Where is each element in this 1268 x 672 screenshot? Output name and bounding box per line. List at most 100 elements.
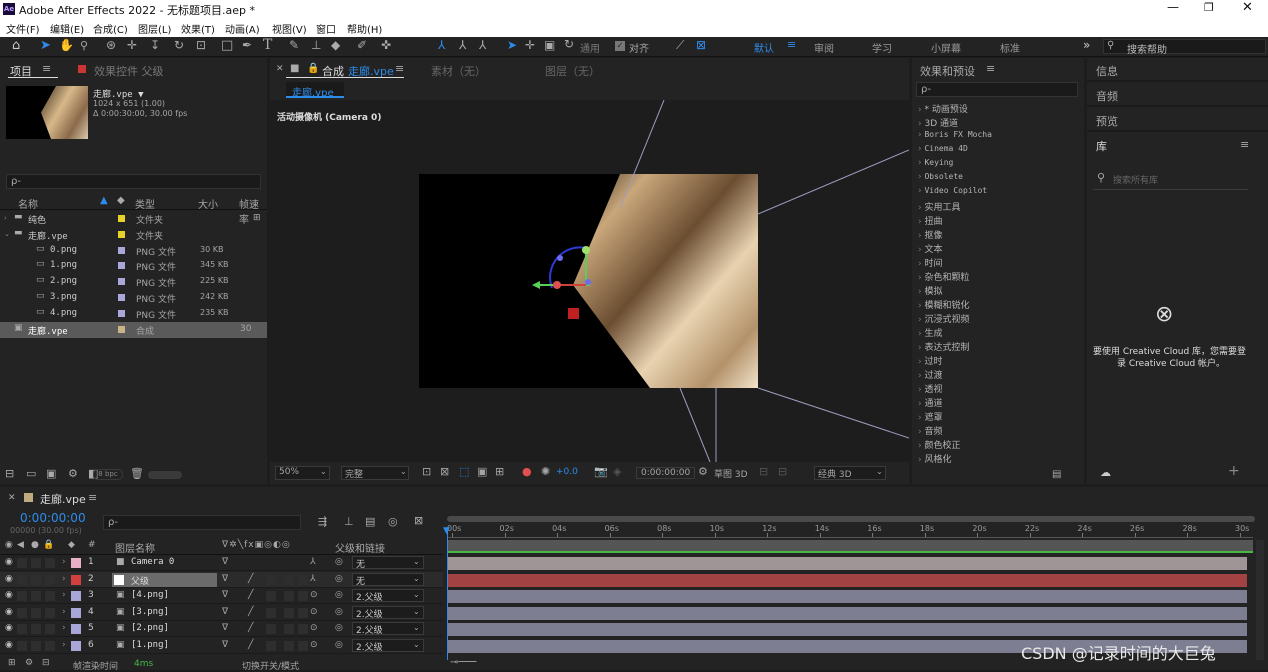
info-panel-tab[interactable]: 信息 xyxy=(1096,63,1118,79)
box-icon[interactable]: ▣ xyxy=(544,38,555,52)
rotate-icon[interactable]: ↻ xyxy=(564,37,574,51)
effects-category[interactable]: › 生成 xyxy=(918,326,942,339)
switch-box[interactable] xyxy=(298,624,308,634)
3d-layer-icon[interactable]: ⊙ xyxy=(310,590,318,600)
switch-box[interactable] xyxy=(17,607,27,618)
expand-chevron-icon[interactable]: › xyxy=(62,557,66,567)
chevron-down-icon[interactable]: ⌄ xyxy=(413,574,420,583)
switch-box[interactable] xyxy=(298,574,308,585)
expand-chevron-icon[interactable]: › xyxy=(62,574,66,584)
menu-layer[interactable]: 图层(L) xyxy=(138,21,171,36)
menu-window[interactable]: 窗口 xyxy=(316,21,336,36)
switch-box[interactable] xyxy=(17,624,27,634)
work-area-range[interactable] xyxy=(447,540,1253,551)
local-axis-icon[interactable]: ⅄ xyxy=(438,38,445,52)
footer-icon3[interactable]: ⊟ xyxy=(42,658,50,668)
transparency-grid-icon[interactable]: ⊠ xyxy=(440,465,449,478)
switch-box[interactable] xyxy=(266,607,276,618)
quality-switch-icon[interactable]: ╱ xyxy=(248,640,253,650)
switch-box[interactable] xyxy=(266,624,276,634)
switch-box[interactable] xyxy=(45,591,55,601)
layer-row[interactable]: ◉ › 3 ▣ [4.png] ᐁ ╱ ⊙ ◎ 2.父级 ⌄ xyxy=(0,588,443,604)
effects-category[interactable]: › 扭曲 xyxy=(918,214,942,227)
library-search[interactable]: ⚲ 搜索所有库 xyxy=(1093,168,1248,190)
switch-box[interactable] xyxy=(17,591,27,601)
tab-footage[interactable]: 素材（无） xyxy=(431,63,486,79)
comp-viewer[interactable]: 活动摄像机 (Camera 0) xyxy=(270,100,909,462)
rotate-tool-icon[interactable]: ↻ xyxy=(174,38,184,52)
menu-view[interactable]: 视图(V) xyxy=(272,21,307,36)
effects-search-input[interactable]: ρ- xyxy=(921,84,931,95)
workspace-review[interactable]: 审阅 xyxy=(814,40,834,55)
text-tool-icon[interactable]: T xyxy=(263,37,272,53)
footer-icon[interactable]: ⊞ xyxy=(8,658,16,668)
comp-subtab[interactable]: 走廊.vpe xyxy=(286,82,344,99)
timeline-search-input[interactable]: ρ- xyxy=(108,517,118,528)
view-axis-icon[interactable]: ⅄ xyxy=(479,38,486,52)
quality-switch-icon[interactable]: ╱ xyxy=(248,590,253,600)
pickwhip-icon[interactable]: ◎ xyxy=(335,640,343,650)
layer-row[interactable]: ◉ › 1 ■ Camera 0 ᐁ ⅄ ◎ 无 ⌄ xyxy=(0,555,443,571)
switch-box[interactable] xyxy=(45,624,55,634)
label-swatch[interactable] xyxy=(118,278,125,286)
close-timeline-icon[interactable]: ✕ xyxy=(8,493,16,503)
effects-category[interactable]: › 音频 xyxy=(918,424,942,437)
visibility-eye-icon[interactable]: ◉ xyxy=(5,557,13,567)
expand-chevron-icon[interactable]: › xyxy=(62,607,66,617)
hand-tool-icon[interactable]: ✋ xyxy=(59,38,74,52)
effects-category[interactable]: › 过渡 xyxy=(918,368,942,381)
switch-box[interactable] xyxy=(284,607,294,618)
cross-icon[interactable]: ✛ xyxy=(525,38,535,52)
expand-chevron-icon[interactable]: › xyxy=(62,590,66,600)
layer-name[interactable]: [4.png] xyxy=(131,590,169,600)
menu-composition[interactable]: 合成(C) xyxy=(93,21,128,36)
switch-box[interactable] xyxy=(298,591,308,601)
chevron-down-icon[interactable]: ⌄ xyxy=(413,623,420,632)
project-row[interactable]: ▭ 2.png PNG 文件 225 KB xyxy=(0,274,267,290)
switch-box[interactable] xyxy=(45,640,55,651)
switch-box[interactable] xyxy=(284,624,294,634)
3d-layer-icon[interactable]: ⊙ xyxy=(310,607,318,617)
switch-box[interactable] xyxy=(45,607,55,618)
tab-layer[interactable]: 图层（无） xyxy=(545,63,600,79)
switch-box[interactable] xyxy=(298,640,308,651)
effects-category[interactable]: › 表达式控制 xyxy=(918,340,969,353)
timeline-search[interactable]: ρ- xyxy=(103,515,301,530)
snapshot-icon[interactable]: 📷 xyxy=(594,465,608,478)
visibility-eye-icon[interactable]: ◉ xyxy=(5,574,13,584)
panel-menu-icon[interactable]: ≡ xyxy=(42,62,51,75)
project-row[interactable]: › ▬ 纯色 文件夹 ⊞ xyxy=(0,211,267,227)
project-row[interactable]: ▭ 1.png PNG 文件 345 KB xyxy=(0,258,267,274)
switch-box[interactable] xyxy=(31,558,41,568)
label-swatch[interactable] xyxy=(118,215,125,222)
label-swatch[interactable] xyxy=(118,325,125,333)
pickwhip-icon[interactable]: ◎ xyxy=(335,607,343,617)
switch-box[interactable] xyxy=(17,558,27,568)
project-row[interactable]: ⌄ ▬ 走廊.vpe 文件夹 xyxy=(0,227,267,243)
visibility-eye-icon[interactable]: ◉ xyxy=(5,607,13,617)
label-swatch[interactable] xyxy=(118,246,125,254)
switch-box[interactable] xyxy=(31,574,41,585)
project-row[interactable]: ▭ 4.png PNG 文件 235 KB xyxy=(0,306,267,322)
close-icon[interactable]: ✕ xyxy=(1242,0,1253,15)
effects-category[interactable]: › 透视 xyxy=(918,382,942,395)
channel-icon[interactable]: ● xyxy=(522,465,532,478)
effects-search[interactable]: ρ- xyxy=(916,82,1078,97)
quality-switch-icon[interactable]: ╱ xyxy=(248,574,253,584)
selection-tool-icon[interactable]: ➤ xyxy=(40,38,51,53)
comp-tab-menu-icon[interactable]: ≡ xyxy=(395,62,404,75)
effects-category[interactable]: › 遮罩 xyxy=(918,410,942,423)
effects-category[interactable]: › 过时 xyxy=(918,354,942,367)
interpret-footage-icon[interactable]: ⊟ xyxy=(5,467,14,480)
add-library-icon[interactable]: + xyxy=(1228,463,1240,479)
switch-box[interactable] xyxy=(266,591,276,601)
timeline-timecode[interactable]: 0:00:00:00 xyxy=(20,511,86,525)
shy-switch-icon[interactable]: ᐁ xyxy=(222,574,228,584)
layer-label-swatch[interactable] xyxy=(71,558,81,568)
new-folder-icon[interactable]: ▭ xyxy=(26,467,36,480)
comp-flowchart-icon[interactable]: ⇶ xyxy=(318,515,327,528)
switch-box[interactable] xyxy=(17,574,27,585)
roto-tool-icon[interactable]: ✐ xyxy=(357,38,367,52)
stamp-tool-icon[interactable]: ⊥ xyxy=(311,38,321,52)
library-menu-icon[interactable]: ≡ xyxy=(1240,138,1249,151)
